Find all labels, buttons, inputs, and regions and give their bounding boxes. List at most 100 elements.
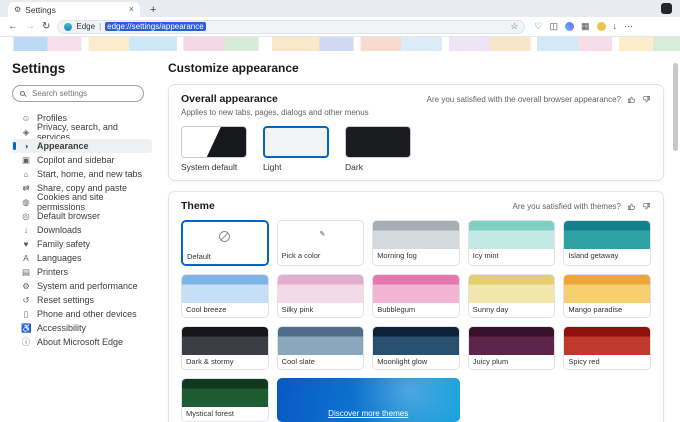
- theme-tile-morning-fog[interactable]: Morning fog: [372, 220, 460, 266]
- theme-tile-mystical-forest[interactable]: Mystical forest: [181, 378, 269, 422]
- theme-label: Silky pink: [278, 303, 364, 317]
- search-box[interactable]: [12, 85, 144, 102]
- profile-avatar[interactable]: [597, 22, 606, 31]
- theme-tile-moonlight-glow[interactable]: Moonlight glow: [372, 326, 460, 370]
- theme-label: Spicy red: [564, 355, 650, 369]
- appearance-option-light[interactable]: Light: [263, 126, 329, 172]
- downloads-icon[interactable]: ↓: [613, 22, 618, 31]
- theme-tile-silky-pink[interactable]: Silky pink: [277, 274, 365, 318]
- sidebar-item-copilot-sidebar[interactable]: ▣ Copilot and sidebar: [12, 153, 152, 167]
- sidebar-item-label: Appearance: [37, 141, 89, 151]
- browser-toolbar: ← → ↻ Edge | edge://settings/appearance …: [0, 17, 680, 37]
- theme-tile-island-getaway[interactable]: Island getaway: [563, 220, 651, 266]
- download-arrow-icon: ↓: [21, 225, 31, 235]
- appearance-option-system-default[interactable]: System default: [181, 126, 247, 172]
- sidebar-item-phone-devices[interactable]: ▯ Phone and other devices: [12, 307, 152, 321]
- scrollbar-thumb[interactable]: [673, 63, 678, 151]
- theme-tile-juicy-plum[interactable]: Juicy plum: [468, 326, 556, 370]
- refresh-icon[interactable]: ↻: [42, 22, 50, 32]
- thumbs-down-icon[interactable]: [642, 95, 651, 104]
- accessibility-icon: ♿: [21, 323, 31, 334]
- sidebar-item-languages[interactable]: A Languages: [12, 251, 152, 265]
- discover-more-themes-link[interactable]: Discover more themes: [328, 409, 408, 418]
- theme-label: Default: [183, 250, 267, 264]
- thumbs-down-icon[interactable]: [642, 202, 651, 211]
- url-text[interactable]: edge://settings/appearance: [105, 22, 206, 31]
- sidebar-item-label: Family safety: [37, 239, 90, 249]
- browser-essentials-icon[interactable]: ♡: [534, 22, 542, 31]
- more-options-icon[interactable]: ⋯: [624, 22, 633, 31]
- system-default-swatch: [181, 126, 247, 158]
- sidebar-item-label: Phone and other devices: [37, 309, 137, 319]
- copilot-icon[interactable]: [565, 22, 574, 31]
- discover-more-themes-banner[interactable]: Discover more themes: [277, 378, 460, 422]
- tab-title: Settings: [25, 5, 56, 15]
- sidebar-item-label: Copilot and sidebar: [37, 155, 115, 165]
- scrollbar[interactable]: [672, 55, 679, 420]
- theme-tile-pick-a-color[interactable]: ✎ Pick a color: [277, 220, 365, 266]
- overall-appearance-subtitle: Applies to new tabs, pages, dialogs and …: [181, 108, 651, 117]
- theme-label: Mango paradise: [564, 303, 650, 317]
- theme-feedback-question: Are you satisfied with themes?: [513, 202, 622, 211]
- search-input[interactable]: [30, 88, 136, 99]
- theme-label: Bubblegum: [373, 303, 459, 317]
- sidebar-item-default-browser[interactable]: ◎ Default browser: [12, 209, 152, 223]
- theme-tile-mango-paradise[interactable]: Mango paradise: [563, 274, 651, 318]
- address-bar[interactable]: Edge | edge://settings/appearance ☆: [57, 20, 525, 34]
- split-screen-icon[interactable]: ◫: [549, 22, 558, 31]
- tab-settings[interactable]: ⚙ Settings ×: [8, 2, 140, 17]
- overall-appearance-title: Overall appearance: [181, 93, 278, 105]
- theme-card: Theme Are you satisfied with themes?: [168, 191, 664, 422]
- theme-tile-sunny-day[interactable]: Sunny day: [468, 274, 556, 318]
- option-label: Light: [263, 162, 329, 172]
- privacy-shield-icon: ◈: [21, 127, 31, 138]
- thumbs-up-icon[interactable]: [627, 95, 636, 104]
- sidebar-item-system-performance[interactable]: ⚙ System and performance: [12, 279, 152, 293]
- theme-label: Pick a color: [278, 249, 364, 263]
- thumbs-up-icon[interactable]: [627, 202, 636, 211]
- sidebar-item-privacy[interactable]: ◈ Privacy, search, and services: [12, 125, 152, 139]
- address-divider: |: [99, 22, 101, 31]
- new-tab-button[interactable]: +: [150, 4, 156, 16]
- theme-tile-dark-and-stormy[interactable]: Dark & stormy: [181, 326, 269, 370]
- workspaces-icon[interactable]: [661, 3, 672, 14]
- theme-tile-spicy-red[interactable]: Spicy red: [563, 326, 651, 370]
- sidebar-item-family-safety[interactable]: ♥ Family safety: [12, 237, 152, 251]
- dark-swatch: [345, 126, 411, 158]
- theme-grid: Default ✎ Pick a color Morning fog: [181, 220, 651, 422]
- theme-tile-bubblegum[interactable]: Bubblegum: [372, 274, 460, 318]
- theme-tile-icy-mint[interactable]: Icy mint: [468, 220, 556, 266]
- settings-sidebar: Settings ☺ Profiles ◈ Privacy, search, a…: [0, 51, 158, 422]
- collections-icon[interactable]: ▦: [581, 22, 590, 31]
- sidebar-panel-icon: ▣: [21, 155, 31, 166]
- profiles-icon: ☺: [21, 113, 31, 123]
- overall-feedback-question: Are you satisfied with the overall brows…: [427, 95, 621, 104]
- globe-icon: ◎: [21, 211, 31, 222]
- theme-label: Sunny day: [469, 303, 555, 317]
- theme-tile-default[interactable]: Default: [181, 220, 269, 266]
- sidebar-item-accessibility[interactable]: ♿ Accessibility: [12, 321, 152, 335]
- sidebar-item-appearance[interactable]: ◑ Appearance: [12, 139, 152, 153]
- gear-icon: ⚙: [21, 281, 31, 292]
- no-theme-icon: [219, 231, 230, 242]
- sidebar-item-start-home[interactable]: ⌂ Start, home, and new tabs: [12, 167, 152, 181]
- sidebar-item-cookies-permissions[interactable]: ◍ Cookies and site permissions: [12, 195, 152, 209]
- sidebar-item-printers[interactable]: ▤ Printers: [12, 265, 152, 279]
- back-icon[interactable]: ←: [8, 22, 18, 32]
- appearance-option-dark[interactable]: Dark: [345, 126, 411, 172]
- theme-label: Cool slate: [278, 355, 364, 369]
- theme-tile-cool-breeze[interactable]: Cool breeze: [181, 274, 269, 318]
- sidebar-item-reset-settings[interactable]: ↺ Reset settings: [12, 293, 152, 307]
- light-swatch: [263, 126, 329, 158]
- favorite-star-icon[interactable]: ☆: [510, 21, 518, 32]
- theme-label: Mystical forest: [182, 407, 268, 421]
- sidebar-item-about-edge[interactable]: ⓘ About Microsoft Edge: [12, 335, 152, 349]
- sidebar-item-label: Downloads: [37, 225, 82, 235]
- theme-tile-cool-slate[interactable]: Cool slate: [277, 326, 365, 370]
- sidebar-item-downloads[interactable]: ↓ Downloads: [12, 223, 152, 237]
- cookies-icon: ◍: [21, 197, 31, 208]
- reset-icon: ↺: [21, 295, 31, 306]
- tab-close-icon[interactable]: ×: [129, 5, 134, 14]
- forward-icon[interactable]: →: [25, 22, 35, 32]
- appearance-brush-icon: ◑: [21, 141, 31, 151]
